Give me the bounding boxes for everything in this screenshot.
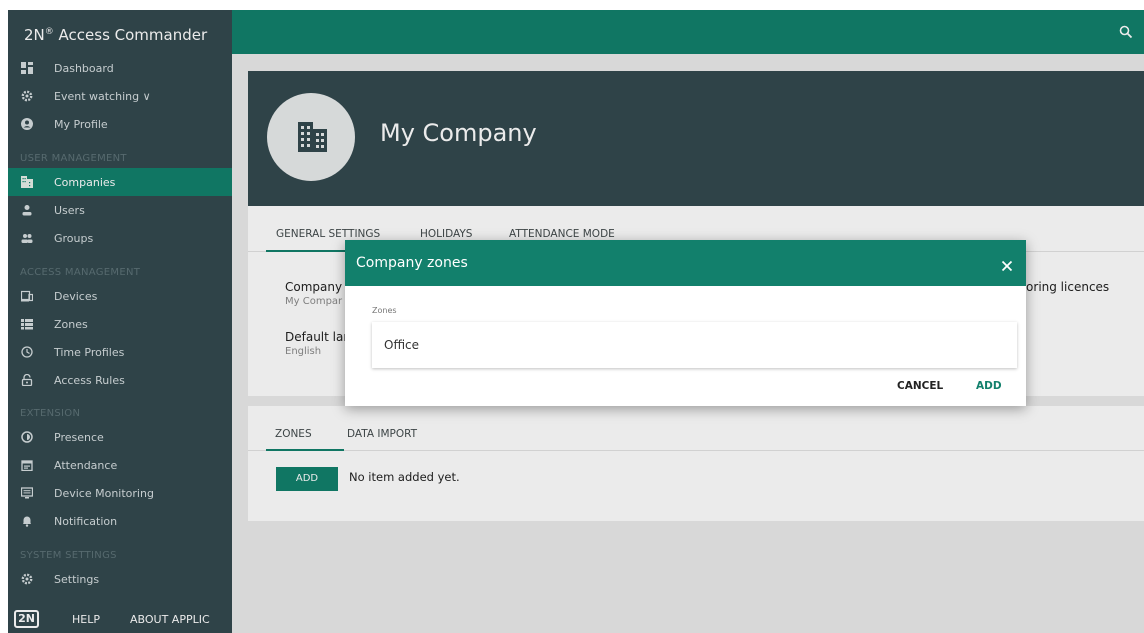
close-icon[interactable] (1001, 257, 1013, 272)
cancel-button[interactable]: CANCEL (897, 380, 943, 392)
company-zones-dialog: Company zones Zones CANCEL ADD (345, 240, 1026, 406)
zones-field-label: Zones (372, 306, 397, 315)
dialog-header: Company zones (345, 240, 1026, 286)
add-button[interactable]: ADD (976, 380, 1002, 392)
app-window: 2N® Access Commander Dashboard Event wat… (8, 10, 1144, 633)
zones-input[interactable] (372, 322, 1017, 368)
dialog-title: Company zones (356, 255, 468, 271)
